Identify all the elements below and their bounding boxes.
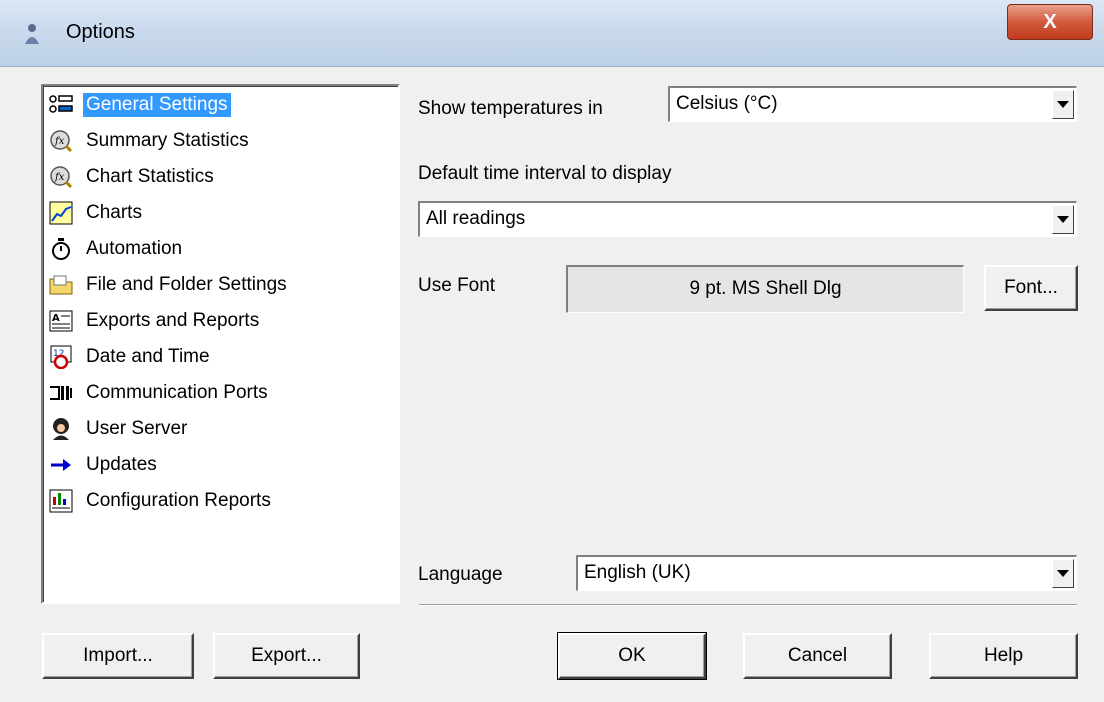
category-item-automation[interactable]: Automation: [48, 233, 185, 265]
port-icon: [48, 380, 74, 406]
font-label: Use Font: [418, 275, 496, 296]
config-report-icon: [48, 488, 74, 514]
category-item-summary-statistics[interactable]: fx Summary Statistics: [48, 125, 252, 157]
ok-button[interactable]: OK: [557, 632, 707, 680]
category-label: Date and Time: [86, 346, 210, 367]
chevron-down-icon: [1057, 570, 1069, 577]
category-item-communication-ports[interactable]: Communication Ports: [48, 377, 271, 409]
dropdown-button[interactable]: [1052, 205, 1074, 234]
category-label: File and Folder Settings: [86, 274, 287, 295]
report-icon: A: [48, 308, 74, 334]
separator: [419, 604, 1077, 606]
stopwatch-icon: [48, 236, 74, 262]
calendar-clock-icon: 12: [48, 344, 74, 370]
interval-value: All readings: [426, 208, 526, 229]
dropdown-button[interactable]: [1052, 90, 1074, 119]
language-select[interactable]: English (UK): [576, 555, 1077, 591]
category-list[interactable]: General Settings fx Summary Statistics f…: [41, 84, 400, 604]
font-button[interactable]: Font...: [984, 265, 1078, 311]
import-button[interactable]: Import...: [42, 633, 194, 679]
category-label: Updates: [86, 454, 157, 475]
category-item-date-time[interactable]: 12 Date and Time: [48, 341, 213, 373]
category-item-general-settings[interactable]: General Settings: [48, 89, 231, 121]
export-button[interactable]: Export...: [213, 633, 360, 679]
category-item-chart-statistics[interactable]: fx Chart Statistics: [48, 161, 217, 193]
interval-label: Default time interval to display: [418, 163, 672, 184]
title-bar: Options X: [0, 0, 1104, 67]
category-item-user-server[interactable]: User Server: [48, 413, 190, 445]
settings-list-icon: [48, 92, 74, 118]
language-label: Language: [418, 564, 503, 585]
chevron-down-icon: [1057, 216, 1069, 223]
dropdown-button[interactable]: [1052, 559, 1074, 588]
category-label: Configuration Reports: [86, 490, 271, 511]
help-button[interactable]: Help: [929, 633, 1078, 679]
category-label: Exports and Reports: [86, 310, 260, 331]
category-item-configuration-reports[interactable]: Configuration Reports: [48, 485, 274, 517]
close-icon: X: [1043, 11, 1057, 33]
window-title: Options: [66, 21, 135, 43]
category-label: General Settings: [83, 93, 231, 117]
folder-icon: [48, 272, 74, 298]
arrow-right-icon: [48, 452, 74, 478]
category-label: Chart Statistics: [86, 166, 214, 187]
category-label: Automation: [86, 238, 183, 259]
category-label: Summary Statistics: [86, 130, 249, 151]
chevron-down-icon: [1057, 101, 1069, 108]
category-label: Charts: [86, 202, 142, 223]
svg-text:fx: fx: [54, 172, 65, 183]
temp-unit-label: Show temperatures in: [418, 98, 603, 119]
svg-text:fx: fx: [54, 136, 65, 147]
font-preview: 9 pt. MS Shell Dlg: [566, 265, 964, 313]
function-magnifier-icon: fx: [48, 128, 74, 154]
cancel-button[interactable]: Cancel: [743, 633, 892, 679]
app-icon: [25, 24, 39, 44]
category-item-exports-reports[interactable]: A Exports and Reports: [48, 305, 262, 337]
line-chart-icon: [48, 200, 74, 226]
language-value: English (UK): [584, 562, 691, 583]
temp-unit-select[interactable]: Celsius (°C): [668, 86, 1077, 122]
close-button[interactable]: X: [1007, 4, 1093, 40]
category-label: Communication Ports: [86, 382, 268, 403]
svg-text:A: A: [52, 313, 60, 324]
category-item-updates[interactable]: Updates: [48, 449, 160, 481]
temp-unit-value: Celsius (°C): [676, 93, 778, 114]
function-magnifier-icon: fx: [48, 164, 74, 190]
user-icon: [48, 416, 74, 442]
category-item-file-folder-settings[interactable]: File and Folder Settings: [48, 269, 290, 301]
category-label: User Server: [86, 418, 188, 439]
interval-select[interactable]: All readings: [418, 201, 1077, 237]
category-item-charts[interactable]: Charts: [48, 197, 145, 229]
